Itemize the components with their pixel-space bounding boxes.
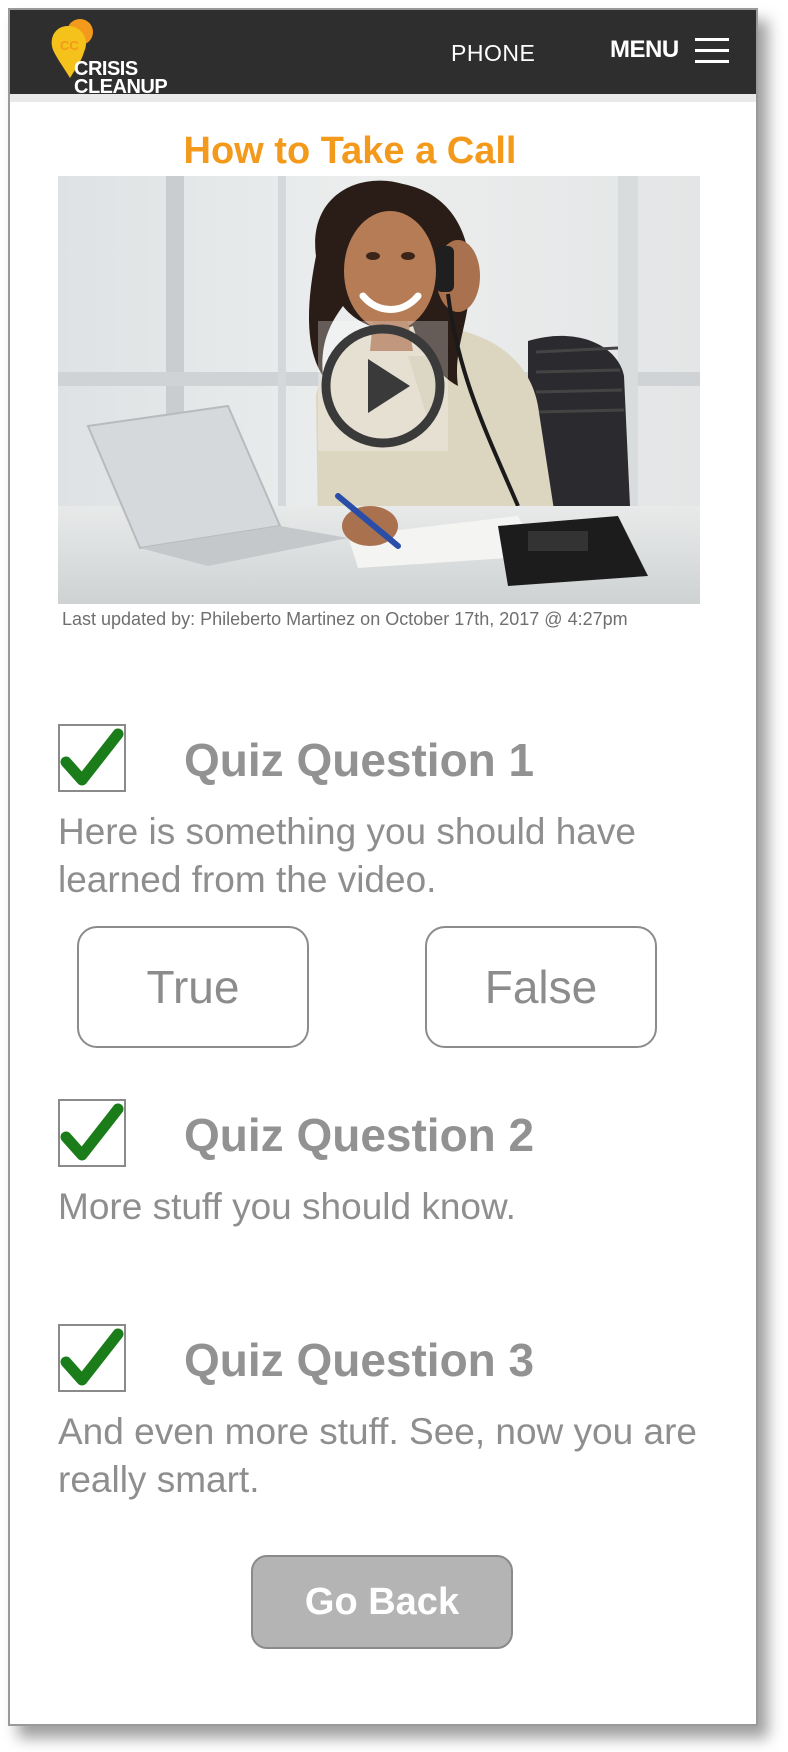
crisis-cleanup-logo[interactable]: CC CRISIS CLEANUP xyxy=(46,18,206,97)
video-player[interactable] xyxy=(58,176,700,604)
app-frame: CC CRISIS CLEANUP PHONE MENU How to Take… xyxy=(8,8,758,1726)
quiz-1-checkbox[interactable] xyxy=(58,724,126,792)
menu-label: MENU xyxy=(610,36,679,63)
answer-false-button[interactable]: False xyxy=(425,926,657,1048)
page-title: How to Take a Call xyxy=(183,130,517,172)
go-back-button[interactable]: Go Back xyxy=(251,1555,513,1649)
quiz-2-text: More stuff you should know. xyxy=(58,1186,516,1227)
top-nav-bar: CC CRISIS CLEANUP PHONE MENU xyxy=(10,10,756,102)
hamburger-icon xyxy=(694,36,729,64)
last-updated-text: Last updated by: Phileberto Martinez on … xyxy=(62,609,628,629)
quiz-3-text: And even more stuff. See, now you are re… xyxy=(58,1411,697,1500)
play-button[interactable] xyxy=(318,321,448,451)
logo-text: CRISIS CLEANUP xyxy=(74,59,168,98)
checkmark-icon xyxy=(60,728,124,786)
answer-true-button[interactable]: True xyxy=(77,926,309,1048)
quiz-3-checkbox[interactable] xyxy=(58,1324,126,1392)
quiz-3-title: Quiz Question 3 xyxy=(184,1334,535,1386)
checkmark-icon xyxy=(60,1103,124,1161)
nav-phone-link[interactable]: PHONE xyxy=(451,40,535,67)
play-icon xyxy=(321,324,445,448)
quiz-2-checkbox[interactable] xyxy=(58,1099,126,1167)
nav-menu-button[interactable]: MENU xyxy=(610,36,729,64)
quiz-1-title: Quiz Question 1 xyxy=(184,734,535,786)
svg-text:CC: CC xyxy=(60,38,79,53)
quiz-1-text: Here is something you should have learne… xyxy=(58,811,636,900)
checkmark-icon xyxy=(60,1328,124,1386)
logo-line-2: CLEANUP xyxy=(74,76,168,98)
quiz-2-title: Quiz Question 2 xyxy=(184,1109,535,1161)
